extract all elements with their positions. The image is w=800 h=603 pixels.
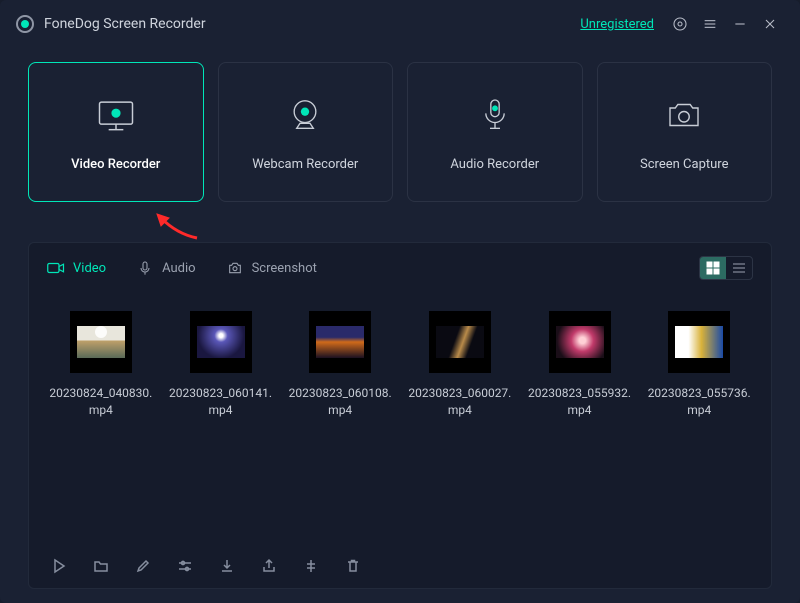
file-name: 20230823_060141.mp4: [161, 385, 281, 419]
mode-webcam-recorder[interactable]: Webcam Recorder: [218, 62, 394, 202]
file-thumbnail: [309, 311, 371, 373]
adjust-button[interactable]: [175, 556, 195, 576]
app-title: FoneDog Screen Recorder: [44, 16, 206, 32]
title-bar: FoneDog Screen Recorder Unregistered: [0, 0, 800, 48]
tab-label: Screenshot: [252, 261, 317, 276]
grid-view-button[interactable]: [700, 257, 726, 279]
library-panel: Video Audio Screenshot: [28, 242, 772, 589]
mode-video-recorder[interactable]: Video Recorder: [28, 62, 204, 202]
library-tabs: Video Audio Screenshot: [29, 243, 771, 293]
file-item[interactable]: 20230823_060108.mp4: [280, 311, 400, 538]
view-switch: [699, 256, 753, 280]
list-view-button[interactable]: [726, 257, 752, 279]
file-thumbnail: [70, 311, 132, 373]
file-thumbnail: [429, 311, 491, 373]
file-thumbnail: [190, 311, 252, 373]
file-name: 20230823_060108.mp4: [280, 385, 400, 419]
file-grid: 20230824_040830.mp4 20230823_060141.mp4 …: [29, 293, 771, 548]
camera-icon: [662, 93, 706, 137]
file-item[interactable]: 20230823_055932.mp4: [520, 311, 640, 538]
mode-label: Audio Recorder: [450, 157, 539, 172]
mode-label: Webcam Recorder: [252, 157, 358, 172]
minimize-button[interactable]: [726, 10, 754, 38]
file-toolbar: [29, 548, 771, 580]
mode-label: Screen Capture: [640, 157, 728, 172]
settings-icon[interactable]: [666, 10, 694, 38]
file-item[interactable]: 20230823_060141.mp4: [161, 311, 281, 538]
file-name: 20230823_060027.mp4: [400, 385, 520, 419]
monitor-icon: [94, 93, 138, 137]
menu-icon[interactable]: [696, 10, 724, 38]
tab-screenshot[interactable]: Screenshot: [226, 260, 317, 276]
file-name: 20230823_055736.mp4: [639, 385, 759, 419]
file-thumbnail: [549, 311, 611, 373]
webcam-icon: [283, 93, 327, 137]
file-item[interactable]: 20230823_060027.mp4: [400, 311, 520, 538]
file-item[interactable]: 20230824_040830.mp4: [41, 311, 161, 538]
app-logo-icon: [16, 15, 34, 33]
close-button[interactable]: [756, 10, 784, 38]
annotation-arrow-icon: [155, 212, 199, 244]
microphone-icon: [473, 93, 517, 137]
mode-label: Video Recorder: [71, 157, 160, 172]
mode-audio-recorder[interactable]: Audio Recorder: [407, 62, 583, 202]
file-item[interactable]: 20230823_055736.mp4: [639, 311, 759, 538]
tab-label: Audio: [162, 261, 195, 276]
mode-cards: Video Recorder Webcam Recorder: [0, 48, 800, 202]
file-name: 20230823_055932.mp4: [520, 385, 640, 419]
tab-video[interactable]: Video: [47, 260, 106, 276]
mode-screen-capture[interactable]: Screen Capture: [597, 62, 773, 202]
share-button[interactable]: [259, 556, 279, 576]
file-thumbnail: [668, 311, 730, 373]
delete-button[interactable]: [343, 556, 363, 576]
app-window: FoneDog Screen Recorder Unregistered: [0, 0, 800, 603]
open-folder-button[interactable]: [91, 556, 111, 576]
edit-button[interactable]: [133, 556, 153, 576]
tab-label: Video: [73, 261, 106, 276]
file-name: 20230824_040830.mp4: [41, 385, 161, 419]
download-button[interactable]: [217, 556, 237, 576]
unregistered-link[interactable]: Unregistered: [580, 17, 654, 32]
tab-audio[interactable]: Audio: [136, 260, 195, 276]
play-button[interactable]: [49, 556, 69, 576]
convert-button[interactable]: [301, 556, 321, 576]
